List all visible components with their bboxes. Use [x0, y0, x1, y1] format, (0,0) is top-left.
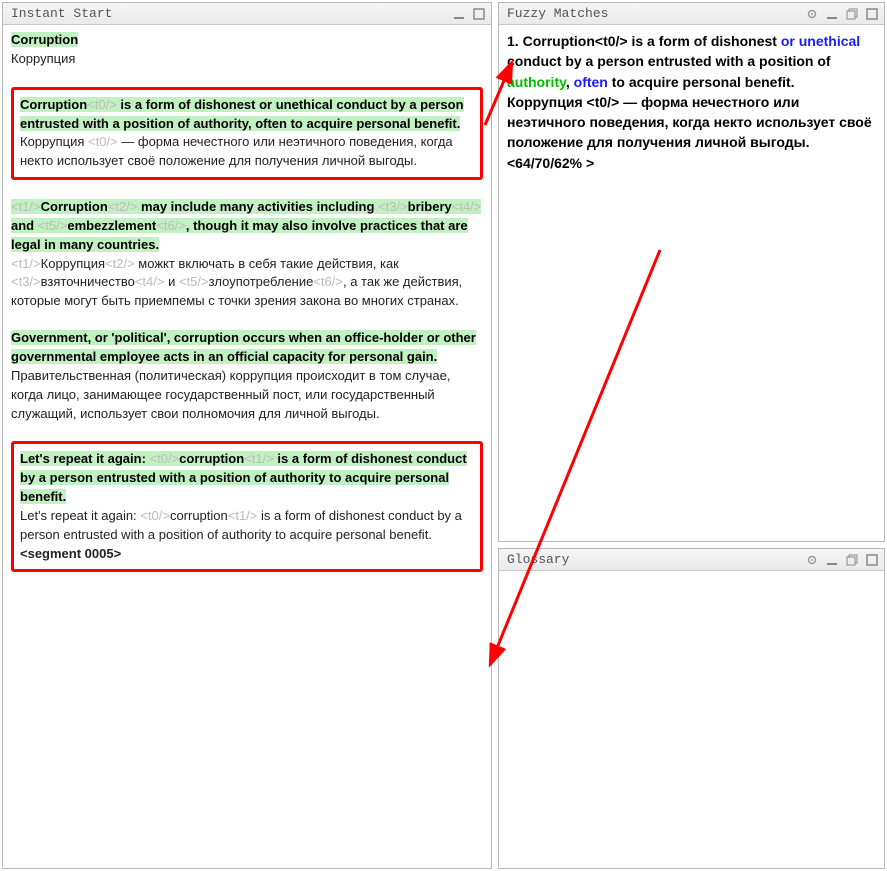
fuzzy-diff-authority: authority [507, 74, 566, 90]
gear-icon[interactable] [804, 6, 820, 22]
instant-start-panel: Instant Start CorruptionКоррупцияCorrupt… [2, 2, 492, 869]
fuzzy-num: 1. [507, 33, 523, 49]
segment[interactable]: Let's repeat it again: <t0/>corruption<t… [11, 441, 483, 572]
segment[interactable]: Corruption<t0/> is a form of dishonest o… [11, 87, 483, 180]
fuzzy-body[interactable]: 1. Corruption<t0/> is a form of dishones… [499, 25, 884, 541]
glossary-body[interactable] [499, 571, 884, 868]
editor-body[interactable]: CorruptionКоррупция Corruption<t0/> is a … [3, 25, 491, 868]
fuzzy-matches-panel: Fuzzy Matches 1. Corruption<t0/> is a fo… [498, 2, 885, 542]
fuzzy-title: Fuzzy Matches [507, 6, 800, 21]
fuzzy-score: <64/70/62% > [507, 153, 876, 173]
segment-target[interactable]: Правительственная (политическая) коррупц… [11, 367, 483, 424]
segment[interactable]: <t1/>Corruption<t2/> may include many ac… [11, 198, 483, 311]
fuzzy-tail: to acquire personal benefit. [608, 74, 795, 90]
segment-source: Corruption [11, 31, 483, 50]
segment-target[interactable]: Коррупция <t0/> — форма нечестного или н… [20, 133, 474, 171]
fuzzy-diff-or: or [781, 33, 795, 49]
restore-icon[interactable] [844, 6, 860, 22]
segment-target[interactable]: <t1/>Коррупция<t2/> можкт включать в себ… [11, 255, 483, 312]
fuzzy-target: Коррупция <t0/> — форма нечестного или н… [507, 92, 876, 153]
minimize-icon[interactable] [824, 6, 840, 22]
instant-start-header: Instant Start [3, 3, 491, 25]
fuzzy-header: Fuzzy Matches [499, 3, 884, 25]
glossary-header: Glossary [499, 549, 884, 571]
segment-source: <t1/>Corruption<t2/> may include many ac… [11, 198, 483, 255]
maximize-icon[interactable] [471, 6, 487, 22]
segment-target[interactable]: Let's repeat it again: <t0/>corruption<t… [20, 507, 474, 564]
segment-source: Let's repeat it again: <t0/>corruption<t… [20, 450, 474, 507]
glossary-panel: Glossary [498, 548, 885, 869]
fuzzy-diff-unethical: unethical [799, 33, 860, 49]
gear-icon[interactable] [804, 552, 820, 568]
segment-source: Corruption<t0/> is a form of dishonest o… [20, 96, 474, 134]
segment[interactable]: Government, or 'political', corruption o… [11, 329, 483, 423]
fuzzy-match-entry: 1. Corruption<t0/> is a form of dishones… [507, 31, 876, 92]
segment-source: Government, or 'political', corruption o… [11, 329, 483, 367]
maximize-icon[interactable] [864, 552, 880, 568]
maximize-icon[interactable] [864, 6, 880, 22]
instant-start-title: Instant Start [11, 6, 447, 21]
restore-icon[interactable] [844, 552, 860, 568]
segment-target[interactable]: Коррупция [11, 50, 483, 69]
fuzzy-mid2: conduct by a person entrusted with a pos… [507, 53, 831, 69]
glossary-title: Glossary [507, 552, 800, 567]
segment[interactable]: CorruptionКоррупция [11, 31, 483, 69]
fuzzy-diff-often: often [574, 74, 608, 90]
minimize-icon[interactable] [824, 552, 840, 568]
fuzzy-src-pre: Corruption<t0/> is a form of dishonest [523, 33, 781, 49]
minimize-icon[interactable] [451, 6, 467, 22]
